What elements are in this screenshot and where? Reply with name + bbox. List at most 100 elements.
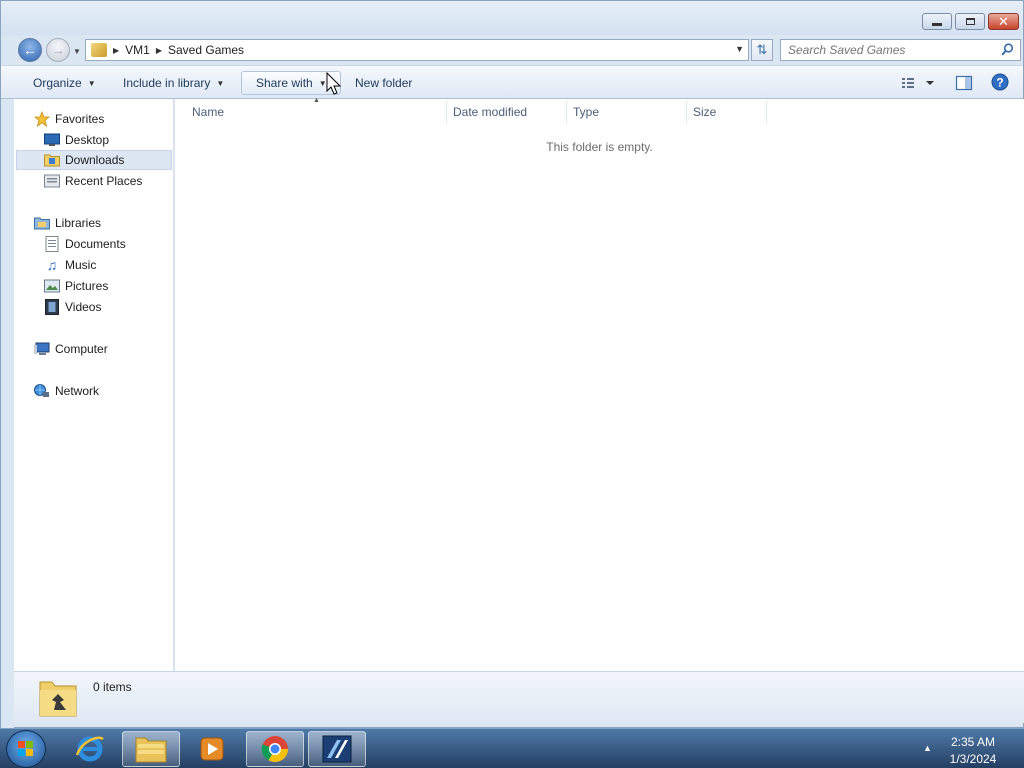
- videos-icon: [44, 299, 60, 315]
- nav-documents-label: Documents: [65, 237, 126, 251]
- breadcrumb-separator-icon[interactable]: ▶: [113, 46, 119, 55]
- chrome-icon: [261, 736, 289, 763]
- nav-desktop-label: Desktop: [65, 133, 110, 147]
- explorer-window: ✕ ← → ▼ ▶ VM1 ▶ Saved Games ▼ ⇅ Organize…: [0, 0, 1024, 729]
- breadcrumb-saved-games[interactable]: Saved Games: [168, 43, 244, 57]
- taskbar-media-player[interactable]: [183, 731, 241, 767]
- maximize-button[interactable]: [955, 13, 985, 30]
- show-hidden-icons-button[interactable]: ▲: [923, 743, 932, 753]
- nav-recent-places-label: Recent Places: [65, 174, 143, 188]
- column-header-type[interactable]: Type: [573, 105, 599, 119]
- taskbar-internet-explorer[interactable]: [61, 731, 119, 767]
- search-icon[interactable]: [1001, 43, 1014, 56]
- search-input[interactable]: [781, 40, 991, 60]
- column-divider[interactable]: [766, 101, 767, 123]
- network-icon: [34, 383, 50, 399]
- recent-pages-dropdown[interactable]: ▼: [73, 47, 81, 56]
- column-header-date-modified[interactable]: Date modified: [453, 105, 527, 119]
- start-button[interactable]: [6, 730, 46, 768]
- column-header-name[interactable]: Name: [192, 105, 224, 119]
- clock-time: 2:35 AM: [950, 735, 996, 749]
- arrow-right-icon: →: [51, 42, 65, 58]
- sort-ascending-icon: ▲: [313, 97, 320, 104]
- breadcrumb-separator-icon[interactable]: ▶: [156, 46, 162, 55]
- clock-date: 1/3/2024: [949, 752, 997, 766]
- nav-network-label: Network: [55, 384, 100, 398]
- folder-icon: [135, 737, 167, 763]
- close-button[interactable]: ✕: [988, 13, 1019, 30]
- column-header-size[interactable]: Size: [693, 105, 716, 119]
- nav-computer[interactable]: Computer: [34, 339, 190, 359]
- column-divider[interactable]: [446, 101, 447, 123]
- new-folder-button[interactable]: New folder: [347, 71, 420, 95]
- mouse-cursor-icon: [326, 72, 342, 95]
- column-divider[interactable]: [686, 101, 687, 123]
- empty-folder-message: This folder is empty.: [546, 140, 653, 154]
- refresh-button[interactable]: ⇅: [751, 39, 773, 61]
- command-bar: Organize ▼ Include in library ▼ Share with…: [1, 65, 1023, 99]
- chevron-down-icon: ▼: [216, 78, 225, 88]
- saved-games-folder-icon: [91, 43, 107, 57]
- nav-libraries[interactable]: Libraries: [34, 213, 190, 233]
- arrow-left-icon: ←: [23, 42, 37, 58]
- maximize-icon: [965, 18, 975, 25]
- include-in-library-label: Include in library: [123, 76, 211, 90]
- application-icon: [322, 735, 352, 763]
- libraries-icon: [34, 215, 50, 231]
- recent-places-icon: [44, 173, 60, 189]
- nav-network[interactable]: Network: [34, 381, 190, 401]
- documents-icon: [44, 236, 60, 252]
- nav-music-label: Music: [65, 258, 97, 272]
- navigation-pane: Favorites Desktop Downloads Recent Place…: [14, 99, 174, 671]
- details-pane: 0 items: [14, 671, 1024, 723]
- nav-downloads[interactable]: Downloads: [16, 150, 172, 170]
- minimize-icon: [932, 23, 942, 26]
- nav-favorites-label: Favorites: [55, 112, 105, 126]
- organize-menu[interactable]: Organize ▼: [25, 71, 104, 95]
- preview-pane-button[interactable]: [955, 75, 973, 91]
- nav-libraries-label: Libraries: [55, 216, 102, 230]
- saved-games-folder-icon: [39, 681, 77, 717]
- include-in-library-menu[interactable]: Include in library ▼: [115, 71, 232, 95]
- address-row: ← → ▼ ▶ VM1 ▶ Saved Games ▼ ⇅: [1, 35, 1023, 65]
- forward-button[interactable]: →: [46, 38, 70, 62]
- address-history-dropdown-icon[interactable]: ▼: [735, 44, 744, 54]
- svg-text:?: ?: [996, 76, 1003, 90]
- change-view-button[interactable]: [899, 75, 939, 91]
- nav-favorites[interactable]: Favorites: [34, 109, 190, 129]
- taskbar-app[interactable]: [308, 731, 366, 767]
- window-controls: ✕: [922, 13, 1019, 30]
- nav-videos-label: Videos: [65, 300, 102, 314]
- help-icon[interactable]: ?: [991, 73, 1009, 91]
- breadcrumb-vm1[interactable]: VM1: [125, 43, 150, 57]
- organize-label: Organize: [33, 76, 82, 90]
- file-list[interactable]: Name Date modified Type Size This folder…: [175, 99, 1024, 671]
- nav-downloads-label: Downloads: [65, 153, 125, 167]
- music-icon: ♫: [46, 257, 58, 273]
- minimize-button[interactable]: [922, 13, 952, 30]
- nav-pictures-label: Pictures: [65, 279, 109, 293]
- refresh-icon: ⇅: [756, 42, 768, 57]
- computer-icon: [34, 341, 50, 357]
- address-bar[interactable]: ▶ VM1 ▶ Saved Games ▼: [85, 39, 749, 61]
- taskbar-windows-explorer[interactable]: [122, 731, 180, 767]
- close-icon: ✕: [998, 13, 1009, 29]
- search-box[interactable]: [780, 39, 1021, 61]
- window-left-border: [1, 99, 14, 729]
- back-button[interactable]: ←: [18, 38, 42, 62]
- system-clock[interactable]: 2:35 AM 1/3/2024: [940, 734, 1006, 768]
- item-count: 0 items: [93, 680, 132, 694]
- title-bar[interactable]: ✕: [1, 1, 1023, 35]
- new-folder-label: New folder: [355, 76, 413, 90]
- chevron-down-icon: ▼: [87, 78, 96, 88]
- internet-explorer-icon: [75, 736, 104, 762]
- pictures-icon: [44, 278, 60, 294]
- downloads-folder-icon: [44, 152, 60, 168]
- nav-computer-label: Computer: [55, 342, 108, 356]
- share-with-label: Share with: [256, 76, 313, 90]
- taskbar: ▲ 2:35 AM 1/3/2024: [0, 728, 1024, 768]
- desktop-icon: [44, 132, 60, 148]
- star-icon: [34, 111, 50, 127]
- taskbar-google-chrome[interactable]: [246, 731, 304, 767]
- column-divider[interactable]: [566, 101, 567, 123]
